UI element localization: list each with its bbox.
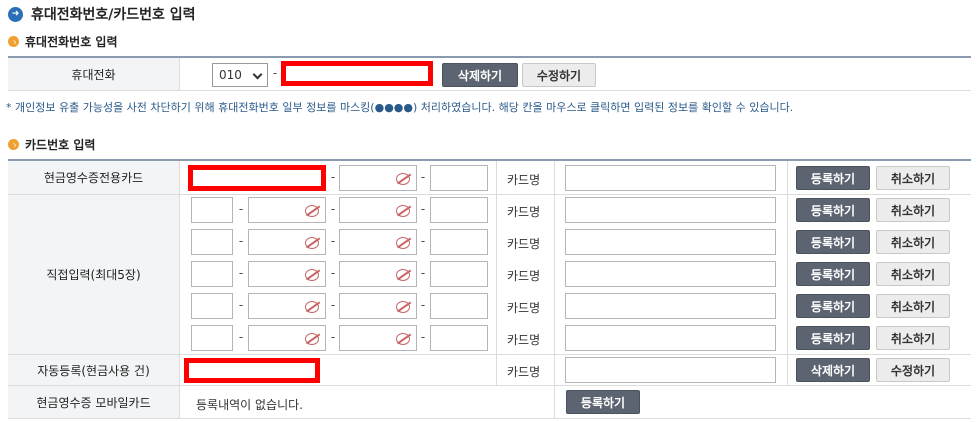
cardname-label: 카드명 bbox=[507, 173, 541, 187]
direct-card5-name-input[interactable] bbox=[565, 325, 776, 351]
direct-card3-part3[interactable] bbox=[339, 261, 417, 287]
masking-notice: * 개인정보 유출 가능성을 사전 차단하기 위해 휴대전화번호 일부 정보를 … bbox=[6, 101, 794, 114]
direct-card5-part2[interactable] bbox=[248, 325, 326, 351]
phone-prefix-select[interactable]: 010 bbox=[212, 63, 268, 87]
phone-section-title: 휴대전화번호 입력 bbox=[25, 34, 118, 49]
direct-card3-part2[interactable] bbox=[248, 261, 326, 287]
bullet-icon bbox=[8, 138, 19, 150]
page-header: ➜ 휴대전화번호/카드번호 입력 bbox=[8, 4, 196, 24]
direct-card4-part2[interactable] bbox=[248, 293, 326, 319]
mobile-register-button[interactable]: 등록하기 bbox=[566, 390, 640, 414]
mobile-card-status: 등록내역이 없습니다. bbox=[196, 398, 303, 412]
arrow-right-circle-icon: ➜ bbox=[8, 6, 23, 22]
direct-card5-cancel-button[interactable]: 취소하기 bbox=[876, 326, 950, 350]
direct-card3-name-input[interactable] bbox=[565, 261, 776, 287]
auto-register-label: 자동등록(현금사용 건) bbox=[8, 355, 180, 385]
direct-card4-part4[interactable] bbox=[430, 293, 488, 319]
direct-input-label: 직접입력(최대5장) bbox=[8, 195, 180, 354]
cash-card-part4-input[interactable] bbox=[430, 165, 488, 191]
auto-delete-button[interactable]: 삭제하기 bbox=[796, 358, 870, 382]
direct-card3-register-button[interactable]: 등록하기 bbox=[796, 262, 870, 286]
phone-section-header: 휴대전화번호 입력 bbox=[8, 33, 118, 49]
phone-table: 휴대전화 010 - 삭제하기 수정하기 bbox=[8, 56, 971, 91]
phone-row: 휴대전화 010 - 삭제하기 수정하기 bbox=[8, 58, 971, 91]
dash: - bbox=[272, 66, 278, 80]
card-section-header: 카드번호 입력 bbox=[8, 136, 95, 152]
direct-card1-part3[interactable] bbox=[339, 197, 417, 223]
cash-card-register-button[interactable]: 등록하기 bbox=[796, 166, 870, 190]
direct-card3-cancel-button[interactable]: 취소하기 bbox=[876, 262, 950, 286]
phone-edit-button[interactable]: 수정하기 bbox=[522, 63, 596, 87]
cash-card-row: 현금영수증전용카드 - - 카드명 등록하기 취소하기 bbox=[8, 161, 971, 195]
direct-card4-register-button[interactable]: 등록하기 bbox=[796, 294, 870, 318]
direct-card5-part3[interactable] bbox=[339, 325, 417, 351]
cash-card-cancel-button[interactable]: 취소하기 bbox=[876, 166, 950, 190]
cash-cardname-input[interactable] bbox=[565, 165, 776, 191]
direct-card4-part3[interactable] bbox=[339, 293, 417, 319]
direct-card3-part4[interactable] bbox=[430, 261, 488, 287]
card-table: 현금영수증전용카드 - - 카드명 등록하기 취소하기 직접입력(최대5장) -… bbox=[8, 159, 971, 419]
auto-cardname-input[interactable] bbox=[565, 357, 776, 383]
direct-card2-part1[interactable] bbox=[191, 229, 233, 255]
direct-card1-part2[interactable] bbox=[248, 197, 326, 223]
cash-card-label: 현금영수증전용카드 bbox=[8, 161, 180, 194]
mobile-card-row: 현금영수증 모바일카드 등록내역이 없습니다. 등록하기 bbox=[8, 386, 971, 419]
direct-card1-register-button[interactable]: 등록하기 bbox=[796, 198, 870, 222]
direct-card2-part4[interactable] bbox=[430, 229, 488, 255]
auto-card-number-redacted[interactable] bbox=[184, 358, 320, 383]
direct-card4-part1[interactable] bbox=[191, 293, 233, 319]
direct-card2-part2[interactable] bbox=[248, 229, 326, 255]
cash-card-number-redacted[interactable] bbox=[188, 165, 326, 191]
bullet-icon bbox=[8, 35, 19, 47]
direct-card5-register-button[interactable]: 등록하기 bbox=[796, 326, 870, 350]
direct-card1-name-input[interactable] bbox=[565, 197, 776, 223]
page-title: 휴대전화번호/카드번호 입력 bbox=[31, 7, 196, 23]
direct-card2-name-input[interactable] bbox=[565, 229, 776, 255]
direct-card1-part4[interactable] bbox=[430, 197, 488, 223]
cash-card-part3-input[interactable] bbox=[339, 165, 417, 191]
direct-card3-part1[interactable] bbox=[191, 261, 233, 287]
phone-delete-button[interactable]: 삭제하기 bbox=[442, 63, 518, 87]
direct-card1-part1[interactable] bbox=[191, 197, 233, 223]
direct-card2-register-button[interactable]: 등록하기 bbox=[796, 230, 870, 254]
auto-edit-button[interactable]: 수정하기 bbox=[876, 358, 950, 382]
card-section-title: 카드번호 입력 bbox=[25, 137, 96, 152]
direct-card5-part4[interactable] bbox=[430, 325, 488, 351]
direct-card2-cancel-button[interactable]: 취소하기 bbox=[876, 230, 950, 254]
direct-input-block: 직접입력(최대5장) - - - 카드명 등록하기 취소하기 - - - 카드명 bbox=[8, 195, 971, 355]
chevron-down-icon bbox=[252, 69, 263, 80]
direct-card4-cancel-button[interactable]: 취소하기 bbox=[876, 294, 950, 318]
mobile-card-label: 현금영수증 모바일카드 bbox=[8, 386, 180, 418]
direct-card2-part3[interactable] bbox=[339, 229, 417, 255]
direct-card1-cancel-button[interactable]: 취소하기 bbox=[876, 198, 950, 222]
auto-register-row: 자동등록(현금사용 건) 카드명 삭제하기 수정하기 bbox=[8, 355, 971, 386]
direct-card5-part1[interactable] bbox=[191, 325, 233, 351]
phone-label: 휴대전화 bbox=[8, 58, 180, 90]
phone-number-redacted[interactable] bbox=[281, 61, 433, 86]
direct-card4-name-input[interactable] bbox=[565, 293, 776, 319]
